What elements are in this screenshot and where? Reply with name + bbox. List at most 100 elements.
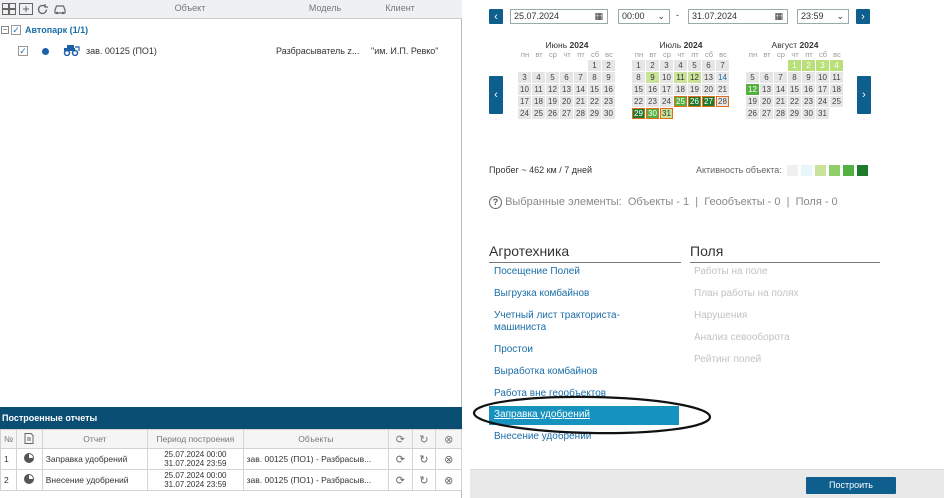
calendar-day[interactable]: 13	[702, 72, 715, 83]
calendar-day[interactable]: 10	[660, 72, 673, 83]
calendar-day[interactable]: 23	[802, 96, 815, 107]
build-button[interactable]: Построить	[806, 477, 896, 494]
calendar-day[interactable]: 7	[574, 72, 587, 83]
calendar-day[interactable]: 2	[802, 60, 815, 71]
calendar-day[interactable]: 3	[816, 60, 829, 71]
calendar-day[interactable]: 19	[688, 84, 701, 95]
timer-icon[interactable]: ↻	[411, 469, 437, 491]
delete-icon[interactable]: ⊗	[435, 448, 462, 470]
calendar-day[interactable]: 12	[546, 84, 559, 95]
calendar-day[interactable]: 10	[816, 72, 829, 83]
report-link-downtime[interactable]: Простои	[494, 344, 533, 355]
calendar-day[interactable]: 4	[674, 60, 687, 71]
calendar-day[interactable]: 6	[702, 60, 715, 71]
calendar-day[interactable]: 28	[716, 96, 729, 107]
calendar-day[interactable]: 3	[660, 60, 673, 71]
refresh-icon[interactable]: ⟳	[388, 469, 413, 491]
report-link-field-work[interactable]: Работы на поле	[694, 266, 768, 277]
calendar-day[interactable]: 13	[560, 84, 573, 95]
calendar-day[interactable]: 15	[788, 84, 801, 95]
timer-icon[interactable]: ↻	[411, 448, 437, 470]
calendar-day[interactable]: 31	[816, 108, 829, 119]
calendar-day[interactable]: 15	[632, 84, 645, 95]
calendar-day[interactable]: 29	[632, 108, 645, 119]
calendar-day[interactable]: 20	[560, 96, 573, 107]
calendar-day[interactable]: 31	[660, 108, 673, 119]
calendar-day[interactable]: 1	[588, 60, 601, 71]
calendar-day[interactable]: 25	[532, 108, 545, 119]
calendar-day[interactable]: 29	[588, 108, 601, 119]
calendar-day[interactable]: 20	[760, 96, 773, 107]
calendar-day[interactable]: 14	[774, 84, 787, 95]
calendar-day[interactable]: 17	[660, 84, 673, 95]
calendar-day[interactable]: 17	[518, 96, 531, 107]
calendar-day[interactable]: 14	[574, 84, 587, 95]
calendar-day[interactable]: 18	[674, 84, 687, 95]
report-link-combine-output[interactable]: Выработка комбайнов	[494, 366, 597, 377]
calendar-day[interactable]: 4	[532, 72, 545, 83]
calendar-day[interactable]: 11	[674, 72, 687, 83]
calendar-day[interactable]: 28	[574, 108, 587, 119]
report-link-field-plan[interactable]: План работы на полях	[694, 288, 799, 299]
calendar-day[interactable]: 27	[560, 108, 573, 119]
row-report[interactable]: Заправка удобрений	[41, 448, 149, 470]
calendar-day[interactable]: 4	[830, 60, 843, 71]
calendar-day[interactable]: 19	[546, 96, 559, 107]
calendar-day[interactable]: 7	[774, 72, 787, 83]
object-row[interactable]: ✓ зав. 00125 (ПО1) Разбрасыватель z... "…	[0, 43, 462, 61]
calendar-day[interactable]: 10	[518, 84, 531, 95]
timer-all-icon[interactable]: ↻	[411, 429, 437, 449]
calendar-day[interactable]: 25	[830, 96, 843, 107]
refresh-icon[interactable]	[34, 2, 51, 17]
prev-period-button[interactable]: ‹	[489, 9, 503, 24]
calendar-day[interactable]: 30	[646, 108, 659, 119]
calendar-icon[interactable]: ▦	[594, 10, 603, 23]
calendar-day[interactable]: 23	[602, 96, 615, 107]
calendar-day[interactable]: 13	[760, 84, 773, 95]
calendar-day[interactable]: 1	[788, 60, 801, 71]
calendar-day[interactable]: 5	[546, 72, 559, 83]
calendar-day[interactable]: 19	[746, 96, 759, 107]
calendar-day[interactable]: 17	[816, 84, 829, 95]
calendar-day[interactable]: 28	[774, 108, 787, 119]
calendar-day[interactable]: 27	[702, 96, 715, 107]
column-header-model[interactable]: Модель	[290, 3, 360, 13]
calendar-day[interactable]: 21	[716, 84, 729, 95]
calendar-day[interactable]: 11	[830, 72, 843, 83]
calendar-day[interactable]: 26	[746, 108, 759, 119]
calendar-day[interactable]: 25	[674, 96, 687, 107]
time-from-select[interactable]: 00:00 ⌄	[618, 9, 670, 24]
calendar-day[interactable]: 26	[688, 96, 701, 107]
calendar-day[interactable]: 2	[602, 60, 615, 71]
calendar-icon[interactable]: ▦	[774, 10, 783, 23]
calendar-day[interactable]: 26	[546, 108, 559, 119]
calendar-day[interactable]: 24	[518, 108, 531, 119]
report-link-combine-unloading[interactable]: Выгрузка комбайнов	[494, 288, 589, 299]
expand-icon[interactable]	[17, 2, 34, 17]
calendar-day[interactable]: 6	[760, 72, 773, 83]
calendar-day[interactable]: 30	[602, 108, 615, 119]
time-to-select[interactable]: 23:59 ⌄	[797, 9, 849, 24]
report-link-field-visits[interactable]: Посещение Полей	[494, 266, 580, 277]
calendar-day[interactable]: 24	[660, 96, 673, 107]
calendar-day[interactable]: 9	[646, 72, 659, 83]
calendar-day[interactable]: 12	[746, 84, 759, 95]
calendar-day[interactable]: 11	[532, 84, 545, 95]
calendar-day[interactable]: 2	[646, 60, 659, 71]
calendar-day[interactable]: 16	[802, 84, 815, 95]
delete-all-icon[interactable]: ⊗	[435, 429, 462, 449]
collapse-icon[interactable]: −	[1, 26, 9, 34]
prev-month-button[interactable]: ‹	[489, 76, 503, 114]
calendar-day[interactable]: 5	[688, 60, 701, 71]
calendar-day[interactable]: 30	[802, 108, 815, 119]
calendar-day[interactable]: 27	[760, 108, 773, 119]
date-to-input[interactable]: 31.07.2024 ▦	[688, 9, 788, 24]
column-header-client[interactable]: Клиент	[365, 3, 435, 13]
table-row[interactable]: 1 Заправка удобрений 25.07.2024 00:00 31.…	[0, 448, 462, 470]
calendar-day[interactable]: 29	[788, 108, 801, 119]
calendar-day[interactable]: 22	[788, 96, 801, 107]
calendar-day[interactable]: 9	[602, 72, 615, 83]
calendar-day[interactable]: 23	[646, 96, 659, 107]
refresh-all-icon[interactable]: ⟳	[388, 429, 413, 449]
calendar-day[interactable]: 8	[632, 72, 645, 83]
